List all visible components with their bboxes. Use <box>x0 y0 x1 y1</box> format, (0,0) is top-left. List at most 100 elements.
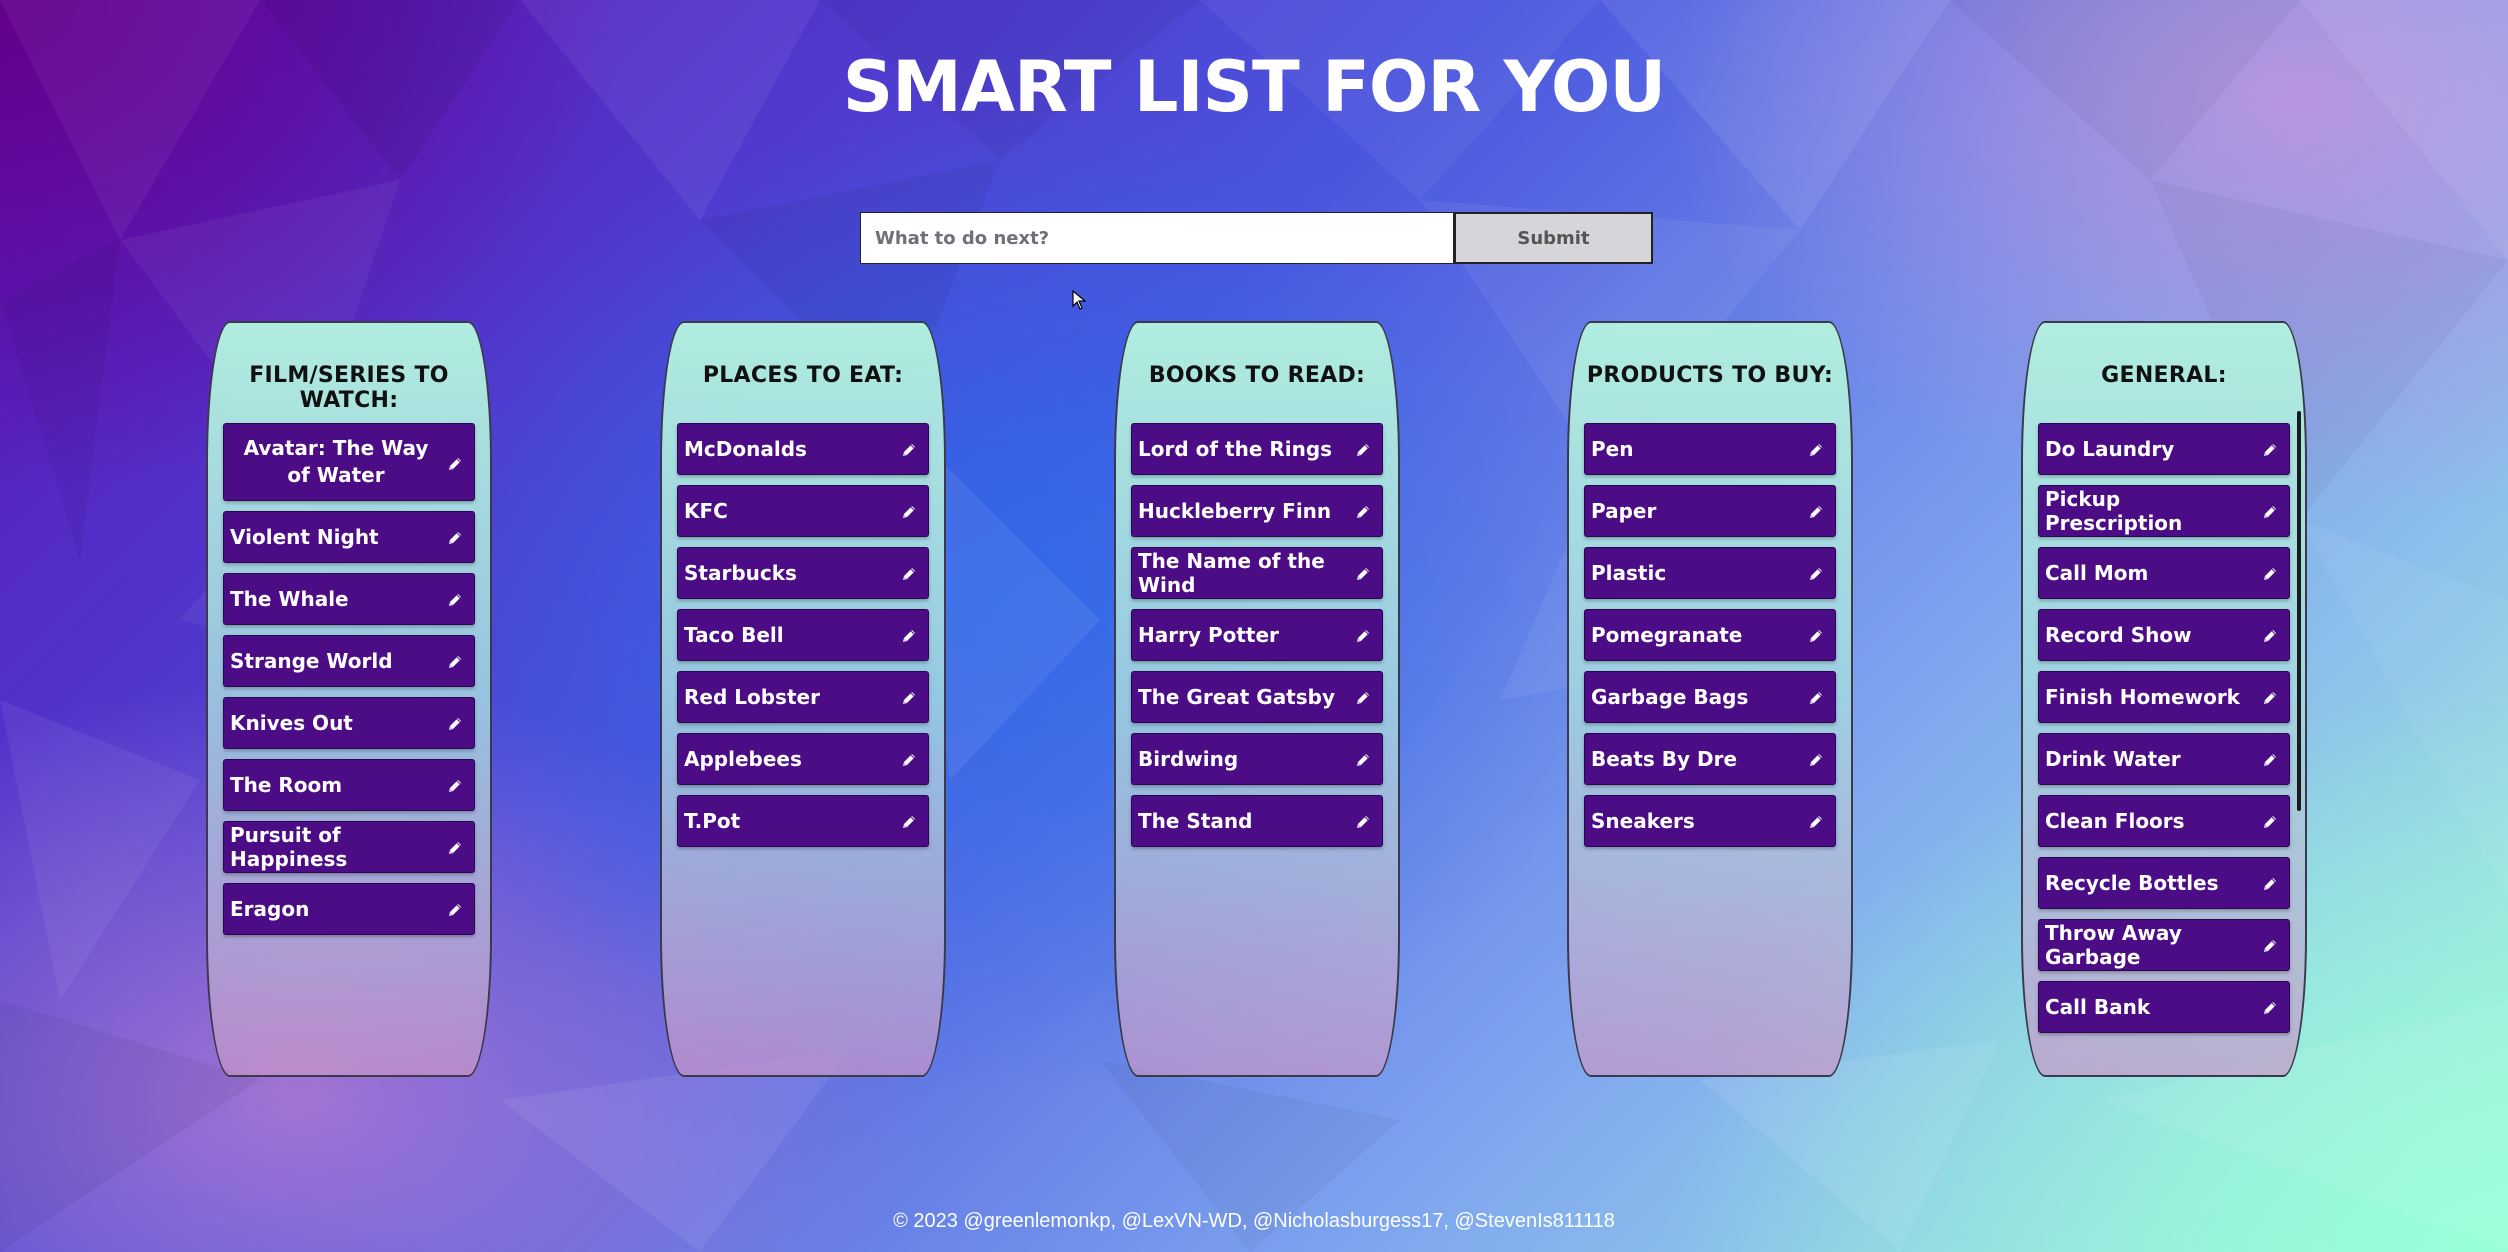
pencil-icon[interactable] <box>900 812 918 830</box>
column-title: PLACES TO EAT: <box>702 363 904 388</box>
pencil-icon[interactable] <box>2261 750 2279 768</box>
list-item[interactable]: T.Pot <box>677 795 929 847</box>
list-item[interactable]: Finish Homework <box>2038 671 2290 723</box>
list-item-label: Beats By Dre <box>1591 747 1738 771</box>
list-item-label: Do Laundry <box>2045 437 2175 461</box>
pencil-icon[interactable] <box>2261 502 2279 520</box>
list-general: GENERAL: Do Laundry Pickup Prescription Ca… <box>2021 321 2307 1077</box>
list-item-label: Throw Away Garbage <box>2045 921 2182 969</box>
list-item-label: Applebees <box>684 747 802 771</box>
pencil-icon[interactable] <box>1354 812 1372 830</box>
list-item[interactable]: Record Show <box>2038 609 2290 661</box>
pencil-icon[interactable] <box>1807 626 1825 644</box>
pencil-icon[interactable] <box>1354 440 1372 458</box>
list-item-label: T.Pot <box>684 809 741 833</box>
list-item[interactable]: Lord of the Rings <box>1131 423 1383 475</box>
list-item[interactable]: KFC <box>677 485 929 537</box>
list-item[interactable]: Strange World <box>223 635 475 687</box>
submit-button[interactable]: Submit <box>1454 212 1653 264</box>
list-item[interactable]: Garbage Bags <box>1584 671 1836 723</box>
list-item[interactable]: Avatar: The Way of Water <box>223 423 475 501</box>
pencil-icon[interactable] <box>2261 874 2279 892</box>
list-item[interactable]: The Room <box>223 759 475 811</box>
list-item[interactable]: Harry Potter <box>1131 609 1383 661</box>
pencil-icon[interactable] <box>446 453 464 471</box>
list-item[interactable]: The Stand <box>1131 795 1383 847</box>
list-item-label: Finish Homework <box>2045 685 2240 709</box>
pencil-icon[interactable] <box>900 626 918 644</box>
pencil-icon[interactable] <box>1807 440 1825 458</box>
pencil-icon[interactable] <box>446 838 464 856</box>
list-item[interactable]: Clean Floors <box>2038 795 2290 847</box>
pencil-icon[interactable] <box>2261 440 2279 458</box>
list-item[interactable]: McDonalds <box>677 423 929 475</box>
list-item[interactable]: Do Laundry <box>2038 423 2290 475</box>
todo-form: Submit <box>860 212 1653 264</box>
list-item[interactable]: Beats By Dre <box>1584 733 1836 785</box>
pencil-icon[interactable] <box>1354 688 1372 706</box>
list-item[interactable]: The Name of the Wind <box>1131 547 1383 599</box>
pencil-icon[interactable] <box>900 564 918 582</box>
list-item[interactable]: The Great Gatsby <box>1131 671 1383 723</box>
list-item[interactable]: Violent Night <box>223 511 475 563</box>
list-item[interactable]: Pomegranate <box>1584 609 1836 661</box>
list-item-label: Violent Night <box>230 525 379 549</box>
pencil-icon[interactable] <box>2261 564 2279 582</box>
list-item[interactable]: Starbucks <box>677 547 929 599</box>
list-item-label: Garbage Bags <box>1591 685 1749 709</box>
list-books-to-read: BOOKS TO READ: Lord of the Rings Hucklebe… <box>1114 321 1400 1077</box>
list-item[interactable]: Pickup Prescription <box>2038 485 2290 537</box>
pencil-icon[interactable] <box>446 652 464 670</box>
list-item[interactable]: Knives Out <box>223 697 475 749</box>
pencil-icon[interactable] <box>2261 812 2279 830</box>
list-item[interactable]: Drink Water <box>2038 733 2290 785</box>
pencil-icon[interactable] <box>900 688 918 706</box>
list-item[interactable]: The Whale <box>223 573 475 625</box>
pencil-icon[interactable] <box>1354 502 1372 520</box>
list-item[interactable]: Eragon <box>223 883 475 935</box>
pencil-icon[interactable] <box>2261 998 2279 1016</box>
pencil-icon[interactable] <box>2261 936 2279 954</box>
pencil-icon[interactable] <box>446 900 464 918</box>
column-title: FILM/SERIES TO WATCH: <box>249 363 449 413</box>
pencil-icon[interactable] <box>1354 626 1372 644</box>
list-item[interactable]: Red Lobster <box>677 671 929 723</box>
list-item[interactable]: Plastic <box>1584 547 1836 599</box>
pencil-icon[interactable] <box>446 590 464 608</box>
pencil-icon[interactable] <box>446 776 464 794</box>
list-item-label: Strange World <box>230 649 393 673</box>
todo-input[interactable] <box>860 212 1454 264</box>
list-item[interactable]: Throw Away Garbage <box>2038 919 2290 971</box>
list-item[interactable]: Taco Bell <box>677 609 929 661</box>
list-item[interactable]: Pen <box>1584 423 1836 475</box>
list-item[interactable]: Applebees <box>677 733 929 785</box>
pencil-icon[interactable] <box>1807 688 1825 706</box>
list-item[interactable]: Call Mom <box>2038 547 2290 599</box>
list-item[interactable]: Call Bank <box>2038 981 2290 1033</box>
pencil-icon[interactable] <box>446 528 464 546</box>
list-item-label: Call Bank <box>2045 995 2151 1019</box>
list-item[interactable]: Birdwing <box>1131 733 1383 785</box>
scrollbar[interactable] <box>2297 411 2301 1071</box>
pencil-icon[interactable] <box>900 502 918 520</box>
list-products-to-buy: PRODUCTS TO BUY: Pen Paper Plastic Pomegran… <box>1567 321 1853 1077</box>
list-item[interactable]: Pursuit of Happiness <box>223 821 475 873</box>
pencil-icon[interactable] <box>1807 564 1825 582</box>
list-item[interactable]: Huckleberry Finn <box>1131 485 1383 537</box>
pencil-icon[interactable] <box>1354 564 1372 582</box>
list-item[interactable]: Recycle Bottles <box>2038 857 2290 909</box>
pencil-icon[interactable] <box>446 714 464 732</box>
pencil-icon[interactable] <box>900 440 918 458</box>
pencil-icon[interactable] <box>1807 502 1825 520</box>
pencil-icon[interactable] <box>900 750 918 768</box>
list-item-label: Pursuit of Happiness <box>230 823 348 871</box>
scrollbar-thumb[interactable] <box>2297 411 2301 811</box>
list-item[interactable]: Paper <box>1584 485 1836 537</box>
pencil-icon[interactable] <box>2261 626 2279 644</box>
pencil-icon[interactable] <box>1354 750 1372 768</box>
list-item-label: McDonalds <box>684 437 807 461</box>
pencil-icon[interactable] <box>1807 812 1825 830</box>
pencil-icon[interactable] <box>2261 688 2279 706</box>
pencil-icon[interactable] <box>1807 750 1825 768</box>
list-item[interactable]: Sneakers <box>1584 795 1836 847</box>
